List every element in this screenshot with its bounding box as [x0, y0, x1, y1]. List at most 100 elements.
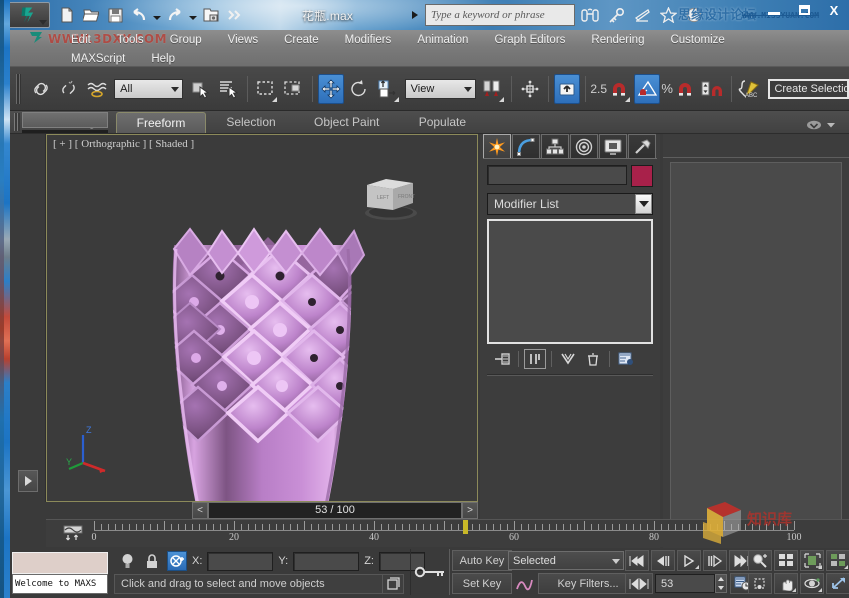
menu-item-graph-editors[interactable]: Graph Editors: [481, 31, 578, 49]
command-tab-hierarchy[interactable]: [541, 134, 569, 158]
zoom-all-button[interactable]: [774, 550, 798, 571]
zoom-extents-all-button[interactable]: [826, 550, 849, 571]
isolate-selection-button[interactable]: [117, 551, 137, 571]
application-menu-button[interactable]: [8, 2, 50, 28]
select-and-move-button[interactable]: [318, 74, 344, 104]
unlink-selection-button[interactable]: [56, 74, 82, 104]
viewcube[interactable]: LEFT FRONT: [355, 167, 425, 227]
rectangular-selection-region-button[interactable]: [253, 74, 279, 104]
menu-item-customize[interactable]: Customize: [657, 31, 737, 49]
open-mini-curve-editor-button[interactable]: [62, 524, 84, 544]
time-slider[interactable]: < 53 / 100 >: [192, 501, 478, 519]
tab-freeform[interactable]: Freeform: [116, 112, 206, 133]
x-coordinate-input[interactable]: [207, 552, 273, 571]
redo-dropdown-button[interactable]: [188, 5, 198, 25]
command-tab-display[interactable]: [599, 134, 627, 158]
select-and-scale-button[interactable]: [375, 74, 401, 104]
angle-snap-toggle-button[interactable]: [634, 74, 660, 104]
track-bar-playhead[interactable]: [463, 520, 468, 534]
current-frame-spinner[interactable]: [715, 574, 727, 593]
minimize-button[interactable]: [759, 0, 789, 20]
command-tab-motion[interactable]: [570, 134, 598, 158]
make-unique-button[interactable]: [557, 349, 579, 369]
modifier-stack-list[interactable]: [487, 219, 653, 344]
auto-key-button[interactable]: Auto Key: [452, 550, 512, 571]
play-animation-button[interactable]: [677, 550, 701, 571]
track-bar[interactable]: 020406080100: [46, 519, 849, 547]
select-and-rotate-button[interactable]: [346, 74, 372, 104]
command-tab-utilities[interactable]: [628, 134, 656, 158]
modifier-list-arrow-button[interactable]: [635, 194, 652, 214]
selection-filter-combo[interactable]: All: [114, 79, 183, 99]
align-button[interactable]: [517, 74, 543, 104]
menu-item-help[interactable]: Help: [138, 50, 188, 68]
set-key-button[interactable]: Set Key: [452, 573, 512, 594]
key-help-button[interactable]: [606, 5, 626, 25]
expand-panel-button[interactable]: [18, 470, 38, 492]
command-tab-modify[interactable]: [512, 134, 540, 158]
save-file-button[interactable]: [104, 4, 126, 26]
percent-snap-toggle-button[interactable]: [672, 74, 698, 104]
time-slider-prev-button[interactable]: <: [192, 502, 208, 519]
open-file-button[interactable]: [80, 4, 102, 26]
key-filters-button[interactable]: Key Filters...: [538, 573, 638, 594]
menu-item-edit[interactable]: Edit: [58, 31, 104, 49]
ribbon-chevron-down-icon[interactable]: [827, 122, 835, 129]
animation-scope-combo[interactable]: Selected: [508, 551, 624, 570]
maximize-viewport-toggle-button[interactable]: [826, 573, 849, 594]
adaptive-degradation-button[interactable]: [382, 574, 404, 594]
secondary-toolbar-grip[interactable]: [14, 113, 20, 131]
menu-item-maxscript[interactable]: MAXScript: [58, 50, 138, 68]
previous-frame-button[interactable]: [651, 550, 675, 571]
maxscript-listener-output[interactable]: [12, 552, 108, 574]
ribbon-minimize-icon[interactable]: [806, 119, 822, 131]
search-input[interactable]: Type a keyword or phrase: [425, 4, 575, 26]
selection-lock-toggle-button[interactable]: [142, 551, 162, 571]
set-project-folder-button[interactable]: [200, 4, 222, 26]
menu-item-create[interactable]: Create: [271, 31, 332, 49]
quick-access-more-button[interactable]: [224, 4, 246, 26]
select-object-button[interactable]: [187, 74, 213, 104]
time-slider-next-button[interactable]: >: [462, 502, 478, 519]
maxscript-listener-input[interactable]: Welcome to MAXS: [12, 574, 108, 594]
orbit-button[interactable]: [800, 573, 824, 594]
spinner-snap-toggle-button[interactable]: [700, 74, 726, 104]
snaps-toggle-button[interactable]: [606, 74, 632, 104]
binoculars-button[interactable]: [580, 5, 600, 25]
next-frame-button[interactable]: [703, 550, 727, 571]
window-crossing-toggle-button[interactable]: [281, 74, 307, 104]
show-end-result-button[interactable]: [524, 349, 546, 369]
remove-modifier-button[interactable]: [582, 349, 604, 369]
tab-selection[interactable]: Selection: [206, 112, 296, 133]
viewport-orthographic[interactable]: [ + ] [ Orthographic ] [ Shaded ] LEFT F…: [46, 134, 478, 502]
key-mode-navigation[interactable]: [625, 573, 653, 594]
zoom-extents-button[interactable]: [800, 550, 824, 571]
time-slider-frame-readout[interactable]: 53 / 100: [208, 502, 462, 519]
close-button[interactable]: X: [819, 0, 849, 20]
bind-to-space-warp-button[interactable]: [84, 74, 110, 104]
pin-stack-button[interactable]: [491, 349, 513, 369]
field-of-view-button[interactable]: [748, 573, 772, 594]
select-and-link-button[interactable]: [28, 74, 54, 104]
menu-item-views[interactable]: Views: [215, 31, 271, 49]
key-mode-toggle-button[interactable]: [410, 549, 450, 595]
command-tab-create[interactable]: [483, 134, 511, 158]
configure-modifier-sets-button[interactable]: [615, 349, 637, 369]
toolbar-grip[interactable]: [16, 74, 21, 104]
new-file-button[interactable]: [56, 4, 78, 26]
menu-item-modifiers[interactable]: Modifiers: [332, 31, 405, 49]
redo-button[interactable]: [164, 4, 186, 26]
pan-view-button[interactable]: [774, 573, 798, 594]
tab-object-paint[interactable]: Object Paint: [296, 112, 397, 133]
right-dock-content[interactable]: [670, 162, 842, 540]
favorites-button[interactable]: [658, 5, 678, 25]
menu-item-group[interactable]: Group: [157, 31, 215, 49]
undo-button[interactable]: [128, 4, 150, 26]
absolute-relative-mode-button[interactable]: [167, 551, 187, 571]
object-color-swatch[interactable]: [631, 165, 653, 187]
track-bar-ruler[interactable]: 020406080100: [94, 520, 794, 548]
undo-dropdown-button[interactable]: [152, 5, 162, 25]
tab-populate[interactable]: Populate: [397, 112, 487, 133]
menu-item-tools[interactable]: Tools: [104, 31, 157, 49]
use-pivot-point-center-button[interactable]: [554, 74, 580, 104]
